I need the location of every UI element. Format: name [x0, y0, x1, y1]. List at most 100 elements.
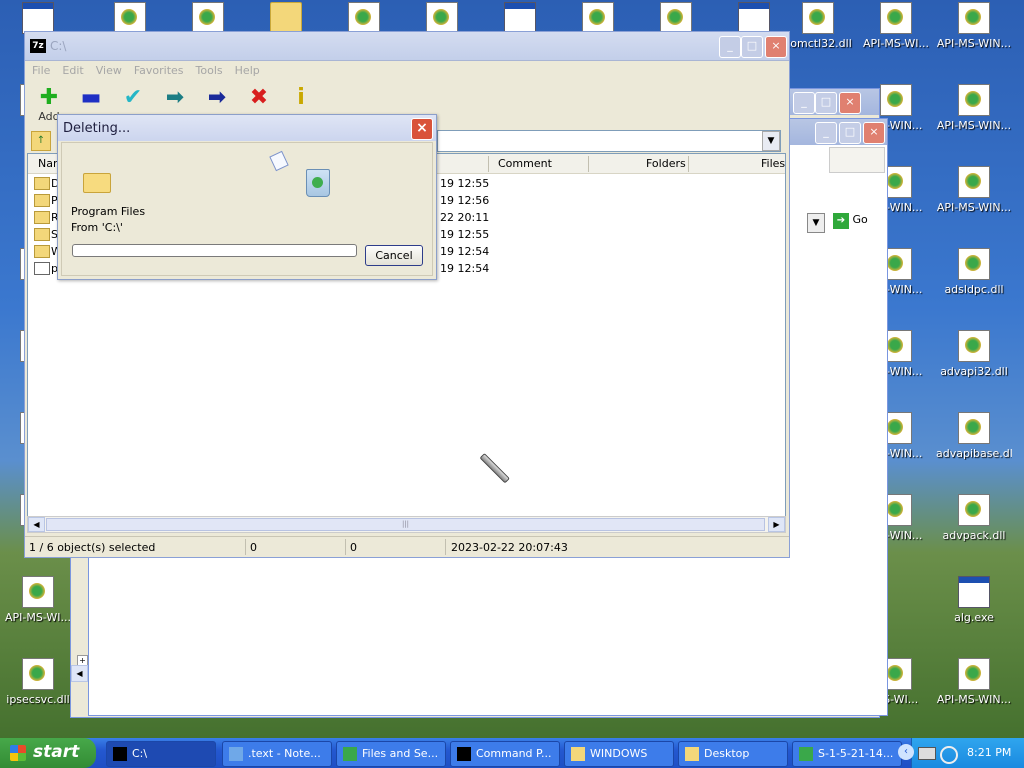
close-button[interactable]: ×: [839, 92, 861, 114]
status-selected: 1 / 6 object(s) selected: [29, 541, 156, 554]
dll-file-icon: [582, 2, 614, 34]
up-folder-icon[interactable]: ↑: [31, 131, 51, 151]
minimize-button[interactable]: _: [719, 36, 741, 58]
column-files[interactable]: Files: [761, 157, 785, 170]
scroll-left-button[interactable]: ◀: [71, 665, 88, 682]
menu-edit[interactable]: Edit: [55, 61, 88, 77]
desktop-icon[interactable]: alg.exe: [936, 576, 1012, 624]
desktop-icon[interactable]: API-MS-WIN...: [936, 2, 1012, 50]
exe-file-icon: [738, 2, 770, 34]
system-tray: ‹ 8:21 PM: [898, 738, 1024, 768]
deleting-from-path: From 'C:\': [71, 221, 123, 234]
taskbar-button[interactable]: .text - Note...: [222, 741, 332, 767]
horizontal-scrollbar[interactable]: ◀ ||| ▶: [27, 516, 786, 533]
menu-favorites[interactable]: Favorites: [127, 61, 189, 77]
desktop-icon-label: advapibase.dll: [936, 447, 1012, 460]
desktop-icon-label: ipsecsvc.dll: [6, 693, 70, 706]
desktop-icon-label: alg.exe: [954, 611, 994, 624]
deleting-dialog[interactable]: Deleting... × Program Files From 'C:\' C…: [57, 114, 437, 280]
go-button[interactable]: ➔ Go: [833, 213, 879, 231]
desktop-icon[interactable]: advapi32.dll: [936, 330, 1012, 378]
minimize-button[interactable]: _: [815, 122, 837, 144]
windows-flag-icon: [10, 745, 26, 761]
copy-icon: ➡: [165, 85, 185, 110]
task-icon: [457, 747, 471, 761]
desktop-icon[interactable]: API-MS-WIN...: [936, 84, 1012, 132]
window-title: C:\: [50, 39, 67, 53]
task-label: S-1-5-21-14...: [818, 747, 894, 760]
taskbar-button[interactable]: Desktop: [678, 741, 788, 767]
delete-icon: ✖: [249, 85, 269, 110]
task-icon: [571, 747, 585, 761]
desktop-icon[interactable]: API-MS-WIN...: [936, 166, 1012, 214]
maximize-button[interactable]: □: [741, 36, 763, 58]
status-size: 0: [250, 541, 257, 554]
task-label: C:\: [132, 747, 148, 760]
scroll-left-button[interactable]: ◀: [28, 517, 45, 532]
path-dropdown-icon[interactable]: ▼: [762, 131, 780, 151]
desktop-icon[interactable]: adsldpc.dll: [936, 248, 1012, 296]
task-icon: [799, 747, 813, 761]
taskbar-button[interactable]: Command P...: [450, 741, 560, 767]
task-label: Command P...: [476, 747, 552, 760]
taskbar-button[interactable]: S-1-5-21-14...: [792, 741, 902, 767]
folder-icon: [34, 194, 50, 207]
deleting-file-name: Program Files: [71, 205, 146, 218]
maximize-button[interactable]: □: [815, 92, 837, 114]
dialog-close-button[interactable]: ×: [411, 118, 433, 140]
dll-file-icon: [958, 84, 990, 116]
file-modified: 19 12:54: [440, 245, 490, 258]
column-comment[interactable]: Comment: [498, 157, 552, 170]
column-folders[interactable]: Folders: [646, 157, 686, 170]
volume-icon[interactable]: [940, 746, 958, 764]
path-input[interactable]: ▼: [437, 130, 781, 152]
show-hidden-icons-icon[interactable]: ‹: [898, 744, 914, 760]
flying-document-icon: [269, 150, 289, 172]
desktop-icon[interactable]: advapibase.dll: [936, 412, 1012, 460]
dll-file-icon: [802, 2, 834, 34]
desktop-icon[interactable]: API-MS-WI...: [0, 576, 76, 624]
dialog-titlebar[interactable]: Deleting... ×: [58, 115, 436, 141]
scroll-thumb[interactable]: |||: [46, 518, 765, 531]
desktop-icon[interactable]: API-MS-WIN...: [936, 658, 1012, 706]
close-button[interactable]: ×: [863, 122, 885, 144]
window-titlebar[interactable]: 7z C:\ _ □ ×: [25, 32, 789, 61]
menu-file[interactable]: File: [25, 61, 55, 77]
cancel-button[interactable]: Cancel: [365, 245, 423, 266]
scroll-right-button[interactable]: ▶: [768, 517, 785, 532]
file-modified: 22 20:11: [440, 211, 490, 224]
go-arrow-icon: ➔: [833, 213, 849, 229]
info-icon: i: [297, 85, 305, 110]
desktop-icon[interactable]: advpack.dll: [936, 494, 1012, 542]
dll-file-icon: [22, 658, 54, 690]
task-icon: [113, 747, 127, 761]
desktop-icon[interactable]: ipsecsvc.dll: [0, 658, 76, 706]
menu-view[interactable]: View: [89, 61, 127, 77]
task-label: WINDOWS: [590, 747, 648, 760]
dll-file-icon: [958, 2, 990, 34]
dll-file-icon: [958, 494, 990, 526]
address-dropdown[interactable]: ▼: [807, 213, 825, 233]
keyboard-icon[interactable]: [918, 747, 936, 760]
taskbar-button[interactable]: Files and Se...: [336, 741, 446, 767]
desktop-icon[interactable]: API-MS-WI...: [858, 2, 934, 50]
start-button[interactable]: start: [0, 738, 96, 768]
close-button[interactable]: ×: [765, 36, 787, 58]
maximize-button[interactable]: □: [839, 122, 861, 144]
minimize-button[interactable]: _: [793, 92, 815, 114]
7zip-file-manager-window[interactable]: 7z C:\ _ □ × File Edit View Favorites Tools H…: [24, 31, 790, 558]
dialog-body: Program Files From 'C:\' Cancel: [61, 142, 433, 276]
desktop-icon-label: API-MS-WIN...: [936, 693, 1012, 706]
desktop-icon-label: adsldpc.dll: [944, 283, 1004, 296]
menu-help[interactable]: Help: [228, 61, 265, 77]
dll-file-icon: [958, 330, 990, 362]
taskbar-button[interactable]: C:\: [106, 741, 216, 767]
dll-file-icon: [958, 248, 990, 280]
folder-icon: [83, 173, 111, 193]
clock[interactable]: 8:21 PM: [967, 746, 1011, 759]
taskbar-button[interactable]: WINDOWS: [564, 741, 674, 767]
file-modified: 19 12:54: [440, 262, 490, 275]
menu-tools[interactable]: Tools: [189, 61, 228, 77]
dll-file-icon: [880, 2, 912, 34]
task-label: .text - Note...: [248, 747, 321, 760]
